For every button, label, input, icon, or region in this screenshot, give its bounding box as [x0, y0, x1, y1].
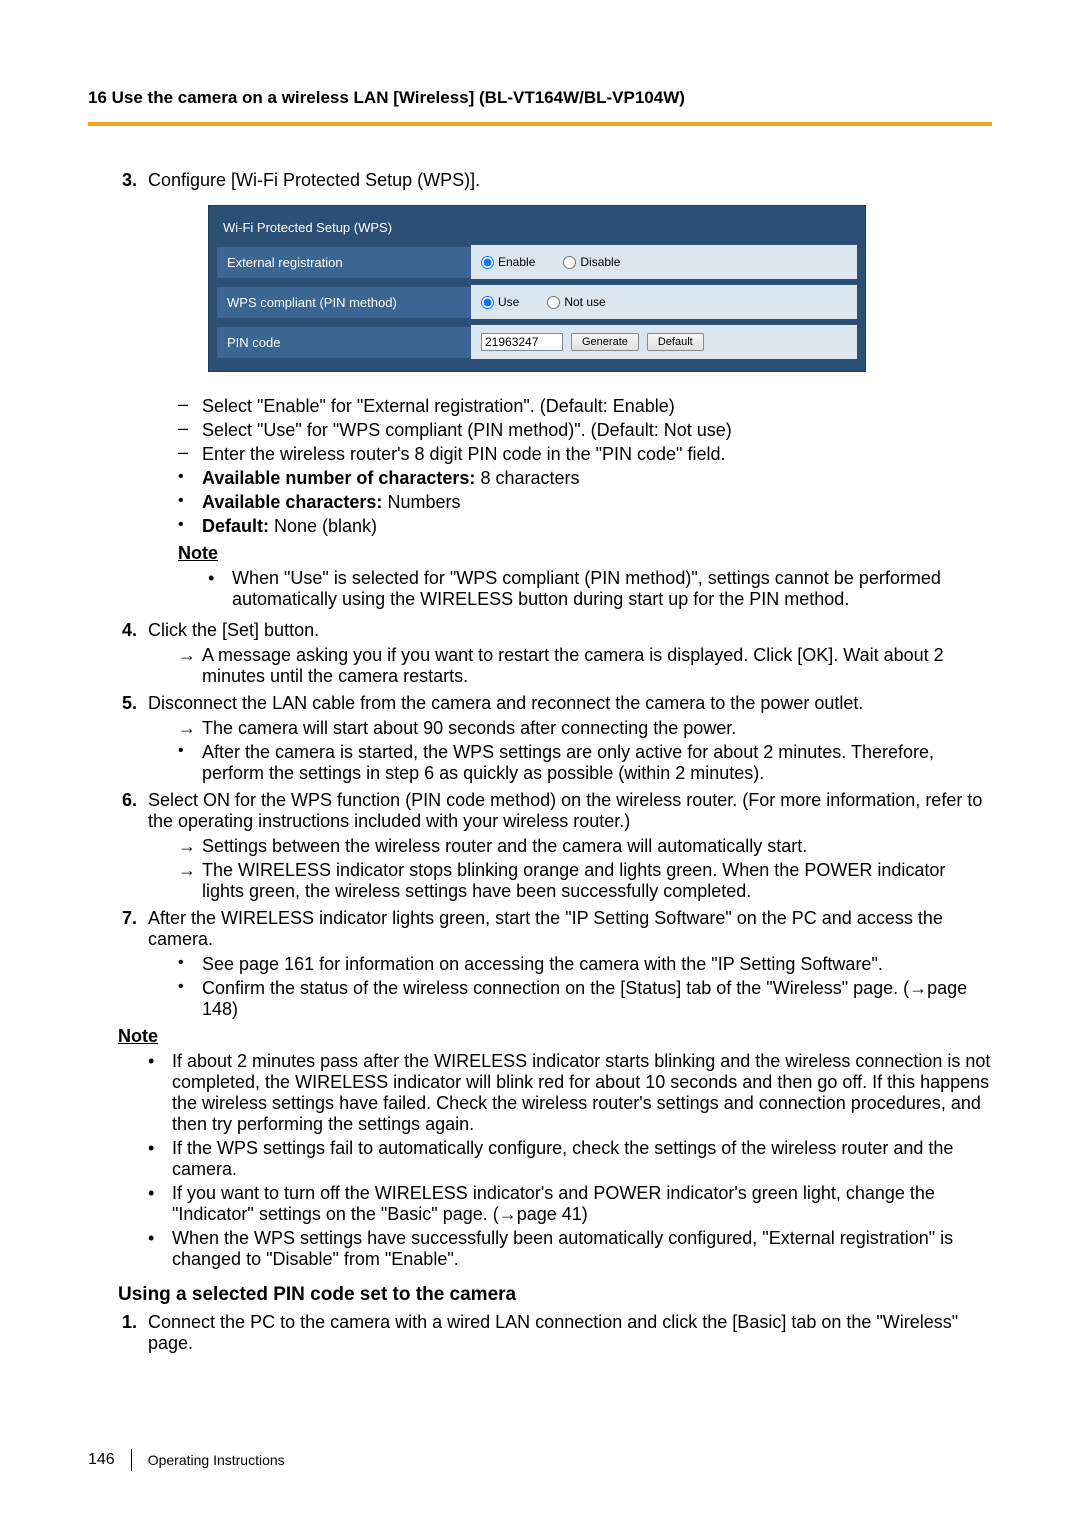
step-5-text: Disconnect the LAN cable from the camera… [148, 693, 863, 713]
wps-field-pin-code: Generate Default [471, 325, 857, 359]
radio-disable[interactable]: Disable [563, 255, 620, 269]
step-3-dash-2: –Select "Use" for "WPS compliant (PIN me… [178, 420, 992, 441]
sub-step-1-text: Connect the PC to the camera with a wire… [148, 1312, 958, 1353]
step-3-bullet-3: •Default: None (blank) [178, 516, 992, 537]
radio-use[interactable]: Use [481, 295, 519, 309]
subsection-heading: Using a selected PIN code set to the cam… [118, 1284, 992, 1306]
footer-separator [131, 1449, 132, 1471]
step-7-sublist: •See page 161 for information on accessi… [148, 954, 992, 1020]
wps-panel-title: Wi-Fi Protected Setup (WPS) [217, 214, 857, 245]
outer-note-heading: Note [118, 1026, 992, 1047]
step-3-note-heading: Note [178, 543, 992, 564]
radio-enable-input[interactable] [481, 256, 494, 269]
outer-note-4: •When the WPS settings have successfully… [148, 1228, 992, 1270]
wps-field-external-registration: Enable Disable [471, 245, 857, 279]
step-6-arrow-2: →The WIRELESS indicator stops blinking o… [178, 860, 992, 902]
sub-step-1: Connect the PC to the camera with a wire… [142, 1312, 992, 1354]
step-7: After the WIRELESS indicator lights gree… [142, 908, 992, 1020]
step-4-text: Click the [Set] button. [148, 620, 319, 640]
wps-row-pin-code: PIN code Generate Default [217, 325, 857, 359]
step-4-sublist: →A message asking you if you want to res… [148, 645, 992, 687]
outer-note-3: •If you want to turn off the WIRELESS in… [148, 1183, 992, 1225]
radio-use-input[interactable] [481, 296, 494, 309]
step-6-text: Select ON for the WPS function (PIN code… [148, 790, 982, 831]
radio-use-label: Use [498, 295, 519, 309]
wps-row-pin-method: WPS compliant (PIN method) Use Not use [217, 285, 857, 319]
step-3-dash-1: –Select "Enable" for "External registrat… [178, 396, 992, 417]
subsection-list: Connect the PC to the camera with a wire… [88, 1312, 992, 1354]
header-rule [88, 122, 992, 126]
step-7-bullet-2: •Confirm the status of the wireless conn… [178, 978, 992, 1020]
page-header: 16 Use the camera on a wireless LAN [Wir… [88, 88, 992, 108]
step-5-arrow-1: →The camera will start about 90 seconds … [178, 718, 992, 739]
wps-field-pin-method: Use Not use [471, 285, 857, 319]
footer-label: Operating Instructions [148, 1452, 285, 1468]
wps-label-pin-method: WPS compliant (PIN method) [217, 287, 471, 318]
wps-row-external-registration: External registration Enable Disable [217, 245, 857, 279]
wps-label-pin-code: PIN code [217, 327, 471, 358]
radio-enable-label: Enable [498, 255, 535, 269]
outer-note-2: •If the WPS settings fail to automatical… [148, 1138, 992, 1180]
radio-not-use-input[interactable] [547, 296, 560, 309]
step-list: Configure [Wi-Fi Protected Setup (WPS)].… [88, 170, 992, 1020]
step-7-bullet-1: •See page 161 for information on accessi… [178, 954, 992, 975]
step-5-sublist: →The camera will start about 90 seconds … [148, 718, 992, 784]
page-footer: 146 Operating Instructions [88, 1449, 285, 1471]
wps-label-external-registration: External registration [217, 247, 471, 278]
step-3-text: Configure [Wi-Fi Protected Setup (WPS)]. [148, 170, 480, 190]
step-7-text: After the WIRELESS indicator lights gree… [148, 908, 943, 949]
step-5-bullet-1: •After the camera is started, the WPS se… [178, 742, 992, 784]
step-3-sublist: –Select "Enable" for "External registrat… [148, 396, 992, 537]
step-6: Select ON for the WPS function (PIN code… [142, 790, 992, 902]
step-4-arrow-1: →A message asking you if you want to res… [178, 645, 992, 687]
step-6-arrow-1: →Settings between the wireless router an… [178, 836, 992, 857]
step-3-bullet-1: •Available number of characters: 8 chara… [178, 468, 992, 489]
step-3: Configure [Wi-Fi Protected Setup (WPS)].… [142, 170, 992, 610]
radio-enable[interactable]: Enable [481, 255, 535, 269]
radio-not-use[interactable]: Not use [547, 295, 605, 309]
step-3-note-list: •When "Use" is selected for "WPS complia… [148, 568, 992, 610]
outer-note-list: •If about 2 minutes pass after the WIREL… [88, 1051, 992, 1270]
step-3-note-1: •When "Use" is selected for "WPS complia… [208, 568, 992, 610]
step-4: Click the [Set] button. →A message askin… [142, 620, 992, 687]
step-3-bullet-2: •Available characters: Numbers [178, 492, 992, 513]
radio-disable-label: Disable [580, 255, 620, 269]
step-6-sublist: →Settings between the wireless router an… [148, 836, 992, 902]
step-5: Disconnect the LAN cable from the camera… [142, 693, 992, 784]
outer-note-1: •If about 2 minutes pass after the WIREL… [148, 1051, 992, 1135]
step-3-dash-3: –Enter the wireless router's 8 digit PIN… [178, 444, 992, 465]
pin-code-input[interactable] [481, 333, 563, 351]
radio-disable-input[interactable] [563, 256, 576, 269]
generate-button[interactable]: Generate [571, 333, 639, 351]
radio-not-use-label: Not use [564, 295, 605, 309]
page-number: 146 [88, 1451, 115, 1469]
wps-panel: Wi-Fi Protected Setup (WPS) External reg… [208, 205, 866, 372]
default-button[interactable]: Default [647, 333, 704, 351]
